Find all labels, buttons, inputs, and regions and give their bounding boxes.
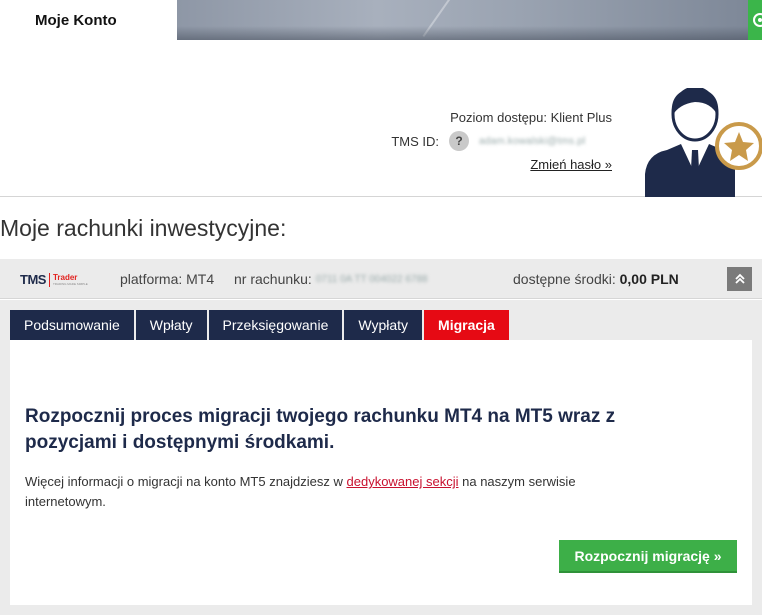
settings-button[interactable] bbox=[748, 0, 762, 40]
tab-withdrawals[interactable]: Wypłaty bbox=[344, 310, 423, 340]
header-banner bbox=[177, 0, 748, 40]
help-icon[interactable]: ? bbox=[449, 131, 469, 151]
top-bar: Moje Konto bbox=[0, 0, 762, 40]
logo-tms: TMS bbox=[20, 272, 46, 287]
migration-heading: Rozpocznij proces migracji twojego rachu… bbox=[25, 406, 616, 453]
profile-section: Poziom dostępu: Klient Plus TMS ID: ? ad… bbox=[0, 40, 762, 197]
user-avatar-icon bbox=[645, 88, 762, 197]
tms-id-row: TMS ID: ? adam.kowalski@tms.pl bbox=[391, 130, 612, 152]
tms-id-value: adam.kowalski@tms.pl bbox=[479, 135, 586, 147]
access-level: Poziom dostępu: Klient Plus bbox=[450, 110, 612, 125]
migration-info-before: Więcej informacji o migracji na konto MT… bbox=[25, 474, 347, 489]
account-number-value: 0711 0A TT 004022 6788 bbox=[315, 274, 428, 285]
tms-trader-logo: TMS Trader TRADING MADE SIMPLE bbox=[20, 272, 88, 287]
logo-separator bbox=[48, 272, 50, 287]
available-funds-label: dostępne środki: bbox=[513, 271, 616, 287]
collapse-button[interactable] bbox=[727, 267, 752, 291]
gear-icon bbox=[753, 13, 762, 27]
header-title-area: Moje Konto bbox=[0, 0, 177, 40]
migration-info: Więcej informacji o migracji na konto MT… bbox=[25, 472, 585, 512]
change-password-link[interactable]: Zmień hasło » bbox=[530, 157, 612, 172]
account-bar: TMS Trader TRADING MADE SIMPLE platforma… bbox=[0, 259, 762, 299]
available-funds-value: 0,00 PLN bbox=[619, 271, 679, 287]
tms-id-label: TMS ID: bbox=[391, 133, 439, 149]
migration-content: Rozpocznij proces migracji twojego rachu… bbox=[10, 340, 752, 605]
page-header-title: Moje Konto bbox=[35, 12, 117, 29]
account-tabs: Podsumowanie Wpłaty Przeksięgowanie Wypł… bbox=[10, 310, 511, 340]
account-number-label: nr rachunku: bbox=[234, 271, 312, 287]
tab-transfer[interactable]: Przeksięgowanie bbox=[208, 310, 343, 340]
logo-tagline: TRADING MADE SIMPLE bbox=[52, 281, 88, 286]
platform-label: platforma: MT4 bbox=[120, 271, 215, 287]
tab-summary[interactable]: Podsumowanie bbox=[10, 310, 134, 340]
start-migration-button[interactable]: Rozpocznij migrację » bbox=[559, 540, 737, 573]
logo-text-group: Trader TRADING MADE SIMPLE bbox=[52, 272, 88, 286]
account-number: nr rachunku: 0711 0A TT 004022 6788 bbox=[234, 271, 436, 287]
available-funds: dostępne środki: 0,00 PLN bbox=[513, 271, 679, 287]
account-panel: Podsumowanie Wpłaty Przeksięgowanie Wypł… bbox=[0, 300, 762, 615]
tab-deposits[interactable]: Wpłaty bbox=[135, 310, 207, 340]
section-title: Moje rachunki inwestycyjne: bbox=[0, 215, 287, 241]
tab-migration[interactable]: Migracja bbox=[424, 310, 509, 340]
chevron-double-up-icon bbox=[734, 273, 745, 284]
logo-trader: Trader bbox=[52, 272, 78, 282]
dedicated-section-link[interactable]: dedykowanej sekcji bbox=[347, 474, 459, 489]
